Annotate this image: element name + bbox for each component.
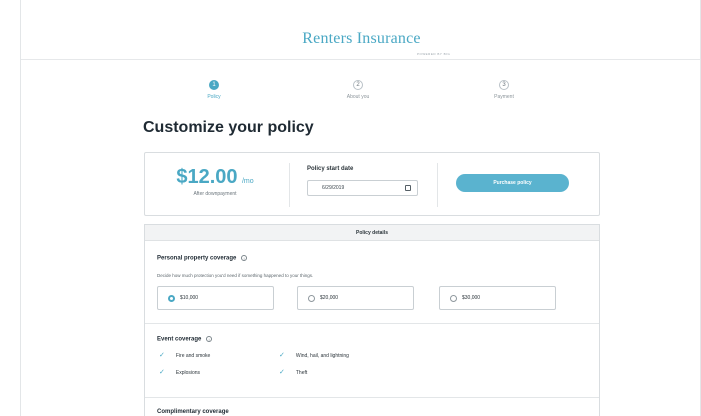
app-frame: Renters Insurance POWERED BY BIG 1 Polic…	[20, 0, 701, 416]
section-title-text: Event coverage	[157, 336, 202, 343]
checkmark-icon: ✓	[159, 352, 165, 359]
step-policy[interactable]: 1 Policy	[174, 80, 254, 100]
coverage-item-label: Fire and smoke	[175, 353, 211, 359]
brand-tagline: POWERED BY BIG	[417, 52, 451, 56]
step-label: About you	[346, 94, 370, 100]
coverage-option-label: $10,000	[180, 295, 199, 301]
coverage-option-label: $30,000	[462, 295, 481, 301]
page-title: Customize your policy	[143, 119, 314, 136]
coverage-item-label: Wind, hail, and lightning	[295, 353, 349, 359]
step-label: Payment	[494, 94, 514, 100]
policy-details-header: Policy details	[145, 225, 599, 241]
brand-logo[interactable]: Renters Insurance	[21, 30, 700, 48]
calendar-icon[interactable]	[405, 185, 411, 191]
price-note: After downpayment	[193, 191, 237, 197]
step-number: 1	[209, 80, 219, 90]
radio-icon	[308, 295, 315, 302]
price-period: /mo	[241, 178, 254, 185]
coverage-option-label: $20,000	[320, 295, 339, 301]
coverage-item: ✓ Fire and smoke	[159, 351, 210, 359]
coverage-item-label: Theft	[295, 370, 308, 376]
policy-details-panel: Policy details Personal property coverag…	[144, 224, 600, 416]
radio-selected-icon	[168, 295, 175, 302]
checkmark-icon: ✓	[159, 369, 165, 376]
section-title-text: Personal property coverage	[157, 255, 237, 262]
info-icon[interactable]: i	[241, 255, 248, 261]
radio-icon	[450, 295, 457, 302]
complimentary-coverage-title: Complimentary coverage	[157, 409, 229, 415]
start-date-input[interactable]: 6/29/2019	[307, 180, 418, 196]
step-number: 2	[353, 80, 363, 90]
site-header: Renters Insurance POWERED BY BIG	[21, 0, 700, 60]
coverage-option-30000[interactable]: $30,000	[439, 286, 556, 310]
step-number: 3	[499, 80, 509, 90]
coverage-item: ✓ Theft	[279, 368, 307, 376]
step-about-you[interactable]: 2 About you	[318, 80, 398, 100]
property-coverage-title: Personal property coverage i	[157, 255, 248, 262]
price-block: $12.00 /mo After downpayment	[145, 166, 285, 197]
info-icon[interactable]: i	[206, 336, 213, 342]
coverage-item: ✓ Wind, hail, and lightning	[279, 351, 349, 359]
event-coverage-title: Event coverage i	[157, 336, 213, 343]
coverage-option-20000[interactable]: $20,000	[297, 286, 414, 310]
divider	[289, 163, 290, 207]
section-divider	[145, 397, 599, 398]
divider	[437, 163, 438, 207]
step-payment[interactable]: 3 Payment	[464, 80, 544, 100]
checkmark-icon: ✓	[279, 369, 285, 376]
step-label: Policy	[207, 94, 221, 100]
start-date-label: Policy start date	[307, 166, 354, 172]
coverage-option-10000[interactable]: $10,000	[157, 286, 274, 310]
property-coverage-description: Decide how much protection you'd need if…	[157, 273, 314, 278]
price-amount: $12.00	[176, 166, 238, 188]
section-divider	[145, 323, 599, 324]
purchase-policy-button[interactable]: Purchase policy	[456, 174, 569, 192]
policy-summary-card: $12.00 /mo After downpayment Policy star…	[144, 152, 600, 216]
start-date-value: 6/29/2019	[322, 185, 345, 191]
coverage-item: ✓ Explosions	[159, 368, 200, 376]
coverage-item-label: Explosions	[175, 370, 201, 376]
checkmark-icon: ✓	[279, 352, 285, 359]
